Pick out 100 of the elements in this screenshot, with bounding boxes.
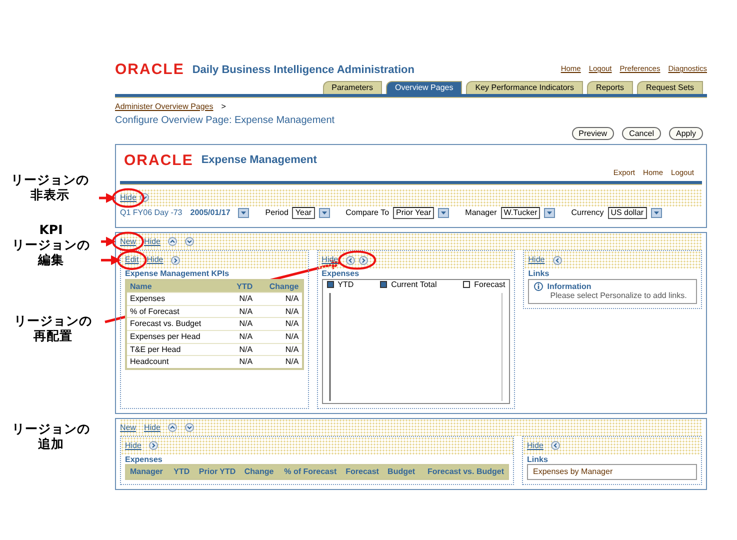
region-title: Expenses xyxy=(125,454,164,464)
info-title: Information xyxy=(547,282,592,292)
table-cell: N/A xyxy=(256,343,303,356)
callout-label: リージョンの xyxy=(12,421,90,436)
info-icon xyxy=(534,282,544,291)
region-title: Expense Management KPIs xyxy=(125,268,230,279)
callout-label: KPI xyxy=(39,222,63,237)
select-field[interactable]: Year xyxy=(292,206,315,219)
table-cell: Expenses xyxy=(126,292,228,306)
legend-label: Forecast xyxy=(474,280,506,290)
breadcrumb-link[interactable]: Administer Overview Pages xyxy=(115,102,214,112)
dropdown-icon[interactable] xyxy=(544,208,556,218)
oracle-logo: ORACLE xyxy=(124,153,194,168)
as-of-label: Q1 FY06 Day -73 xyxy=(120,208,182,218)
highlight-ellipse xyxy=(338,250,376,270)
hide-link[interactable]: Hide xyxy=(528,255,545,265)
breadcrumb-separator: > xyxy=(221,102,226,112)
region-title: Links xyxy=(528,268,550,279)
column-header: YTD xyxy=(227,280,256,293)
select-field[interactable]: US dollar xyxy=(608,206,647,219)
tab[interactable]: Reports xyxy=(586,81,633,94)
new-link[interactable]: New xyxy=(120,236,136,246)
info-message: Please select Personalize to add links. xyxy=(549,291,688,301)
table-cell: N/A xyxy=(256,330,303,344)
region-title: Expenses xyxy=(322,268,360,279)
table-cell: Forecast vs. Budget xyxy=(126,318,228,330)
highlight-ellipse xyxy=(112,232,144,252)
edit-link[interactable]: Edit xyxy=(125,255,139,265)
move-right-icon[interactable] xyxy=(149,441,158,450)
table-cell: Headcount xyxy=(126,356,228,369)
callout-label: 追加 xyxy=(38,436,64,451)
table-cell: N/A xyxy=(227,305,256,318)
hide-link[interactable]: Hide xyxy=(120,193,136,203)
column-header: YTD xyxy=(168,465,193,479)
field-label: Period xyxy=(265,208,288,218)
field-label: Currency xyxy=(571,208,604,218)
table-cell: % of Forecast xyxy=(126,305,228,318)
report-title: Expense Management xyxy=(201,154,317,168)
table-cell: N/A xyxy=(227,318,256,330)
table-cell: N/A xyxy=(227,343,256,356)
tab[interactable]: Request Sets xyxy=(636,81,703,94)
highlight-ellipse xyxy=(117,250,147,270)
move-down-icon[interactable] xyxy=(185,237,194,246)
hide-link[interactable]: Hide xyxy=(322,255,338,265)
callout-arrow xyxy=(99,192,116,203)
tab[interactable]: Parameters xyxy=(322,81,382,94)
column-header: Forecast xyxy=(340,465,382,479)
table-cell: N/A xyxy=(256,318,303,330)
move-up-icon[interactable] xyxy=(168,237,178,246)
dropdown-icon[interactable] xyxy=(650,208,662,218)
field-label: Compare To xyxy=(346,208,390,218)
callout-label: リージョンの xyxy=(14,313,92,328)
region-title: Links xyxy=(527,454,549,464)
callout-label: リージョンの xyxy=(11,172,89,187)
hide-link[interactable]: Hide xyxy=(146,255,164,265)
table-cell: N/A xyxy=(227,292,256,306)
legend-label: YTD xyxy=(338,280,354,290)
move-right-icon[interactable] xyxy=(359,256,368,265)
callout-label: 編集 xyxy=(38,252,64,267)
move-down-icon[interactable] xyxy=(185,422,194,432)
hide-link[interactable]: Hide xyxy=(125,441,142,451)
column-header: Manager xyxy=(126,465,169,479)
table-cell: N/A xyxy=(227,330,256,344)
hide-link[interactable]: Hide xyxy=(144,236,160,246)
hide-link[interactable]: Hide xyxy=(527,441,544,451)
callout-label: 再配置 xyxy=(34,328,72,343)
callout-label: リージョンの xyxy=(12,237,90,252)
table-cell: N/A xyxy=(256,292,303,306)
table-cell: N/A xyxy=(227,356,256,369)
move-up-icon[interactable] xyxy=(168,422,178,432)
action-button[interactable]: Preview xyxy=(572,127,614,140)
table-cell: N/A xyxy=(256,305,303,318)
dropdown-icon[interactable] xyxy=(238,208,250,218)
select-field[interactable]: W.Tucker xyxy=(500,206,540,219)
tab[interactable]: Key Performance Indicators xyxy=(466,81,583,94)
new-link[interactable]: New xyxy=(120,422,136,432)
move-left-icon[interactable] xyxy=(346,256,356,265)
oracle-logo: ORACLE xyxy=(115,62,184,77)
hide-link[interactable]: Hide xyxy=(144,422,160,432)
table-cell: T&E per Head xyxy=(126,343,228,356)
column-header: Change xyxy=(238,465,277,479)
callout-arrow xyxy=(101,236,116,247)
column-header: % of Forecast xyxy=(276,465,340,479)
callout-label: 非表示 xyxy=(30,187,70,202)
highlight-ellipse xyxy=(112,188,144,208)
move-right-icon[interactable] xyxy=(171,256,180,265)
app-title: Daily Business Intelligence Administration xyxy=(192,64,414,77)
action-button[interactable]: Apply xyxy=(668,127,703,140)
column-header: Forecast vs. Budget xyxy=(418,465,508,479)
dropdown-icon[interactable] xyxy=(318,208,330,218)
table-cell: N/A xyxy=(256,356,303,369)
select-field[interactable]: Prior Year xyxy=(393,206,434,219)
page-title: Configure Overview Page: Expense Management xyxy=(115,115,336,128)
dropdown-icon[interactable] xyxy=(438,208,450,218)
tab[interactable]: Overview Pages xyxy=(386,81,462,94)
move-left-icon[interactable] xyxy=(551,441,560,450)
action-button[interactable]: Cancel xyxy=(622,127,661,140)
column-header: Change xyxy=(256,280,303,293)
move-left-icon[interactable] xyxy=(552,256,562,265)
date-value: 2005/01/17 xyxy=(190,208,230,218)
